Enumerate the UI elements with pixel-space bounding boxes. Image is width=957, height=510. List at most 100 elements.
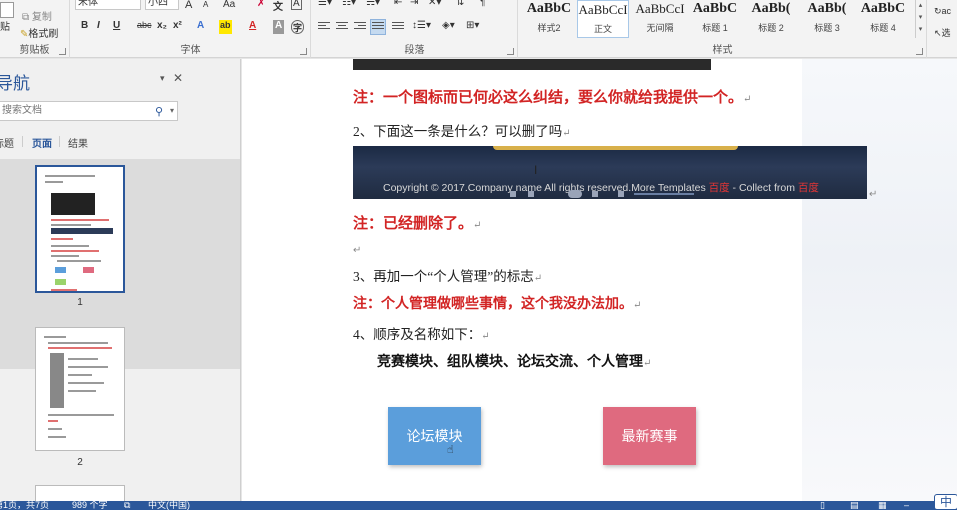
subscript-button[interactable]: x₂ (157, 20, 167, 34)
editing-group: ↻ac ↖选 (928, 0, 957, 58)
bold-button[interactable]: B (81, 20, 88, 34)
tab-divider (22, 136, 23, 147)
tab-pages[interactable]: 页面 (32, 135, 52, 150)
volume-slider (634, 193, 694, 195)
justify-icon[interactable] (370, 19, 386, 35)
style-name: 标题 2 (758, 23, 784, 33)
style-name: 标题 1 (702, 23, 728, 33)
enclose-char-button[interactable]: 字 (291, 20, 305, 34)
char-shading-button[interactable]: A (273, 20, 285, 34)
underline-button[interactable]: U (113, 20, 120, 34)
page-thumbnail[interactable] (35, 485, 125, 501)
page-thumbnail[interactable] (35, 327, 125, 451)
thumb-line (48, 414, 114, 416)
language[interactable]: 中文(中国) (148, 501, 190, 510)
print-layout-icon[interactable]: ▤ (850, 501, 859, 510)
font-group: 宋体 小四 A A Aa ✗ 文 A B I U abc x₂ x² A ab … (71, 0, 311, 58)
copy-button[interactable]: ⧉ 复制 (22, 8, 52, 23)
thumb-button (55, 279, 66, 285)
nav-menu-chevron-icon[interactable]: ▾ (160, 73, 165, 84)
thumb-line (48, 436, 66, 438)
paragraph-group: ☰▾ ☷▾ ☵▾ ⇤ ⇥ ✕▾ ⇅ ¶ ↕☰▾ ◈▾ ⊞▾ 段落 (312, 0, 518, 58)
note-3: 注：个人管理做哪些事情，这个我没办法加。↵ (353, 297, 642, 312)
paste-button[interactable]: 贴 (0, 18, 10, 33)
thumb-line (51, 219, 109, 221)
font-size-select[interactable]: 小四 (145, 0, 179, 10)
ime-indicator[interactable]: 中 (934, 494, 957, 510)
multilevel-list-icon[interactable]: ☵▾ (366, 0, 380, 8)
style-item[interactable]: AaBbCcI 无间隔 (634, 0, 686, 38)
shrink-font-button[interactable]: A (203, 0, 208, 9)
align-right-icon[interactable] (354, 22, 366, 32)
style-item[interactable]: AaBbC 样式2 (523, 0, 575, 38)
change-case-button[interactable]: Aa (223, 0, 235, 10)
video-screenshot: I Copyright © 2017.Company name All righ… (353, 146, 867, 199)
latest-events-button[interactable]: 最新赛事 (603, 407, 696, 465)
thumb-image (50, 353, 64, 408)
search-icon[interactable]: ⚲ (155, 103, 163, 121)
sort-icon[interactable]: ⇅ (456, 0, 464, 8)
clear-format-icon[interactable]: ✗ (257, 0, 265, 9)
video-gold-bar (493, 146, 738, 150)
shading-icon[interactable]: ◈▾ (442, 20, 455, 31)
phonetic-guide-icon[interactable]: 文 (273, 0, 283, 13)
zoom-out-icon[interactable]: – (904, 501, 909, 510)
style-item[interactable]: AaBbC 标题 4 (857, 0, 909, 38)
distributed-icon[interactable] (392, 22, 404, 32)
styles-scroll[interactable]: ▴ ▾ ▾ (915, 0, 925, 38)
proofing-icon[interactable]: ⧉ (124, 501, 130, 510)
read-mode-icon[interactable]: ▯ (820, 501, 825, 510)
document-area[interactable]: 注：一个图标而已何必这么纠结，要么你就给我提供一个。↵ 2、下面这一条是什么？可… (242, 59, 957, 501)
borders-icon[interactable]: ⊞▾ (466, 20, 479, 31)
paragraph-mark: ↵ (633, 300, 642, 311)
tab-headings[interactable]: 标题 (0, 135, 14, 150)
thumb-line (68, 374, 92, 376)
chinese-layout-icon[interactable]: ✕▾ (428, 0, 441, 8)
note-1: 注：一个图标而已何必这么纠结，要么你就给我提供一个。↵ (353, 90, 752, 106)
font-color-button[interactable]: A (249, 20, 256, 34)
styles-dialog-launcher[interactable] (916, 48, 923, 55)
close-icon[interactable]: ✕ (173, 71, 183, 85)
clipboard-dialog-launcher[interactable] (59, 48, 66, 55)
navigation-pane: 导航 ▾ ✕ 搜索文档 ⚲ ▾ 标题 页面 结果 1 (0, 59, 241, 501)
align-center-icon[interactable] (336, 22, 348, 32)
status-bar: 第1页，共7页 989 个字 ⧉ 中文(中国) ▯ ▤ ▦ – (0, 501, 957, 510)
numbering-icon[interactable]: ☷▾ (342, 0, 356, 8)
paste-icon[interactable] (0, 2, 14, 18)
highlight-button[interactable]: ab (219, 20, 232, 34)
format-painter-button[interactable]: ✎格式刷 (20, 25, 58, 40)
bullets-icon[interactable]: ☰▾ (318, 0, 332, 8)
style-item[interactable]: AaBb( 标题 3 (801, 0, 853, 38)
style-item[interactable]: AaBbC 标题 1 (689, 0, 741, 38)
thumb-line (68, 382, 104, 384)
select-button[interactable]: ↖选 (934, 26, 951, 39)
increase-indent-icon[interactable]: ⇥ (410, 0, 418, 8)
font-dialog-launcher[interactable] (300, 48, 307, 55)
web-layout-icon[interactable]: ▦ (878, 501, 887, 510)
char-border-icon[interactable]: A (291, 0, 302, 10)
thumb-line (51, 289, 77, 291)
paragraph-dialog-launcher[interactable] (507, 48, 514, 55)
page-count[interactable]: 第1页，共7页 (0, 501, 49, 510)
search-dropdown-icon[interactable]: ▾ (170, 102, 174, 120)
superscript-button[interactable]: x² (173, 20, 182, 34)
grow-font-button[interactable]: A (185, 0, 192, 11)
show-marks-icon[interactable]: ¶ (480, 0, 485, 8)
replace-button[interactable]: ↻ac (934, 6, 951, 17)
style-sample: AaBbC (860, 1, 906, 16)
forum-module-button[interactable]: 论坛模块 (388, 407, 481, 465)
font-name-select[interactable]: 宋体 (75, 0, 141, 10)
strikethrough-button[interactable]: abc (137, 20, 152, 34)
align-left-icon[interactable] (318, 22, 330, 32)
page-thumbnail[interactable] (35, 165, 125, 293)
style-item[interactable]: AaBb( 标题 2 (745, 0, 797, 38)
decrease-indent-icon[interactable]: ⇤ (394, 0, 402, 8)
style-item-selected[interactable]: AaBbCcI 正文 (577, 0, 629, 38)
search-input[interactable]: 搜索文档 ⚲ ▾ (0, 101, 178, 121)
italic-button[interactable]: I (97, 20, 100, 34)
word-count[interactable]: 989 个字 (72, 501, 108, 510)
styles-group: AaBbC 样式2 AaBbCcI 正文 AaBbCcI 无间隔 AaBbC 标… (519, 0, 927, 58)
text-effects-button[interactable]: A (197, 20, 204, 34)
tab-results[interactable]: 结果 (68, 135, 88, 150)
line-spacing-icon[interactable]: ↕☰▾ (412, 20, 431, 31)
